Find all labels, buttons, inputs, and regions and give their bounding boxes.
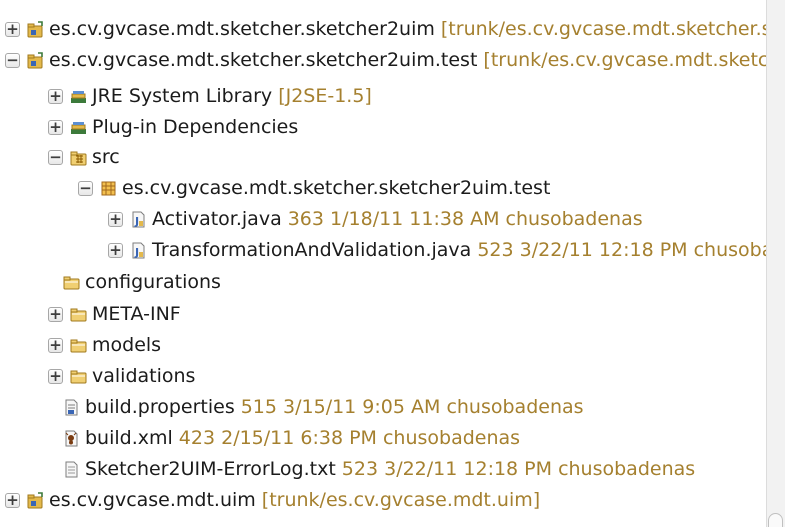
tree-item-label: es.cv.gvcase.mdt.uim [49,489,256,511]
tree-row-configurations[interactable]: configurations [62,267,221,298]
tree-row-build-xml[interactable]: build.xml 423 2/15/11 6:38 PM chusobadena… [62,423,520,454]
tree-row-project-sketcher2uim[interactable]: + es.cv.gvcase.mdt.sketcher.sketcher2uim[… [5,14,766,45]
tree-item-label: validations [92,365,196,387]
expand-icon[interactable]: + [48,369,63,384]
source-folder-icon [69,148,88,167]
svg-text:J: J [134,215,139,228]
tree-row-jre-system-library[interactable]: + JRE System Library [J2SE-1.5] [48,81,372,112]
tree-item-decoration: 515 3/15/11 9:05 AM chusobadenas [240,396,584,418]
tree-row-transformation-java[interactable]: + J TransformationAndValidation.java 523 3/… [108,235,766,266]
project-icon [26,20,45,39]
tree-item-label: es.cv.gvcase.mdt.sketcher.sketcher2uim.t… [49,49,478,71]
tree-item-label: Sketcher2UIM-ErrorLog.txt [85,458,336,480]
expand-icon[interactable]: + [48,89,63,104]
tree-item-decoration: [trunk/es.cv.gvcase.mdt.sketcher.sketche… [440,18,766,40]
tree-item-decoration: [J2SE-1.5] [278,85,372,107]
tree-item-label: build.xml [85,427,173,449]
tree-row-project-sketcher2uim-test[interactable]: − es.cv.gvcase.mdt.sketcher.sketcher2uim.… [5,45,766,76]
package-explorer-tree: + es.cv.gvcase.mdt.sketcher.sketcher2uim[… [0,0,766,527]
tree-item-decoration: [trunk/es.cv.gvcase.mdt.uim] [261,489,541,511]
tree-row-package[interactable]: − es.cv.gvcase.mdt.sketcher.sketcher2uim.… [78,173,550,204]
tree-item-label: TransformationAndValidation.java [152,239,472,261]
tree-item-label: Plug-in Dependencies [92,116,299,138]
tree-item-label: src [92,146,120,168]
tree-row-activator-java[interactable]: + J Activator.java 363 1/18/11 11:38 AM chu… [108,204,643,235]
expand-icon[interactable]: + [5,22,20,37]
java-file-icon: J [129,241,148,260]
folder-icon [69,367,88,386]
tree-row-project-uim[interactable]: + es.cv.gvcase.mdt.uim [trunk/es.cv.gvcase… [5,485,540,516]
tree-row-error-log[interactable]: Sketcher2UIM-ErrorLog.txt 523 3/22/11 12:… [62,454,695,485]
collapse-icon[interactable]: − [48,150,63,165]
project-icon [26,491,45,510]
expand-icon[interactable]: + [48,307,63,322]
expand-icon[interactable]: + [48,120,63,135]
vertical-scrollbar[interactable] [766,0,785,527]
tree-row-models[interactable]: + models [48,330,161,361]
svg-text:J: J [134,246,139,259]
tree-item-label: configurations [85,271,221,293]
tree-row-validations[interactable]: + validations [48,361,195,392]
project-icon [26,51,45,70]
tree-item-label: META-INF [92,303,181,325]
folder-icon [69,336,88,355]
tree-row-src[interactable]: − src [48,142,120,173]
tree-item-decoration: 523 3/22/11 12:18 PM chusobadenas [477,239,766,261]
expand-icon[interactable]: + [48,338,63,353]
tree-item-label: Activator.java [152,208,282,230]
tree-item-label: build.properties [85,396,235,418]
scrollbar-arrow[interactable] [768,513,783,527]
ant-xml-file-icon [62,429,81,448]
tree-item-label: es.cv.gvcase.mdt.sketcher.sketcher2uim [49,18,435,40]
tree-item-decoration: 423 2/15/11 6:38 PM chusobadenas [178,427,521,449]
expand-icon[interactable]: + [108,212,123,227]
folder-icon [62,273,81,292]
properties-file-icon [62,398,81,417]
tree-row-meta-inf[interactable]: + META-INF [48,299,181,330]
tree-row-plugin-dependencies[interactable]: + Plug-in Dependencies [48,112,298,143]
text-file-icon [62,460,81,479]
package-icon [99,179,118,198]
tree-item-label: es.cv.gvcase.mdt.sketcher.sketcher2uim.t… [122,177,551,199]
tree-item-decoration: 363 1/18/11 11:38 AM chusobadenas [287,208,643,230]
java-file-icon: J [129,210,148,229]
collapse-icon[interactable]: − [78,181,93,196]
expand-icon[interactable]: + [5,493,20,508]
library-icon [69,87,88,106]
tree-item-decoration: [trunk/es.cv.gvcase.mdt.sketcher.sketche… [483,49,766,71]
expand-icon[interactable]: + [108,243,123,258]
tree-item-decoration: 523 3/22/11 12:18 PM chusobadenas [341,458,696,480]
tree-item-label: JRE System Library [92,85,273,107]
tree-row-build-properties[interactable]: build.properties 515 3/15/11 9:05 AM chus… [62,392,584,423]
collapse-icon[interactable]: − [5,53,20,68]
library-icon [69,118,88,137]
tree-item-label: models [92,334,162,356]
folder-icon [69,305,88,324]
